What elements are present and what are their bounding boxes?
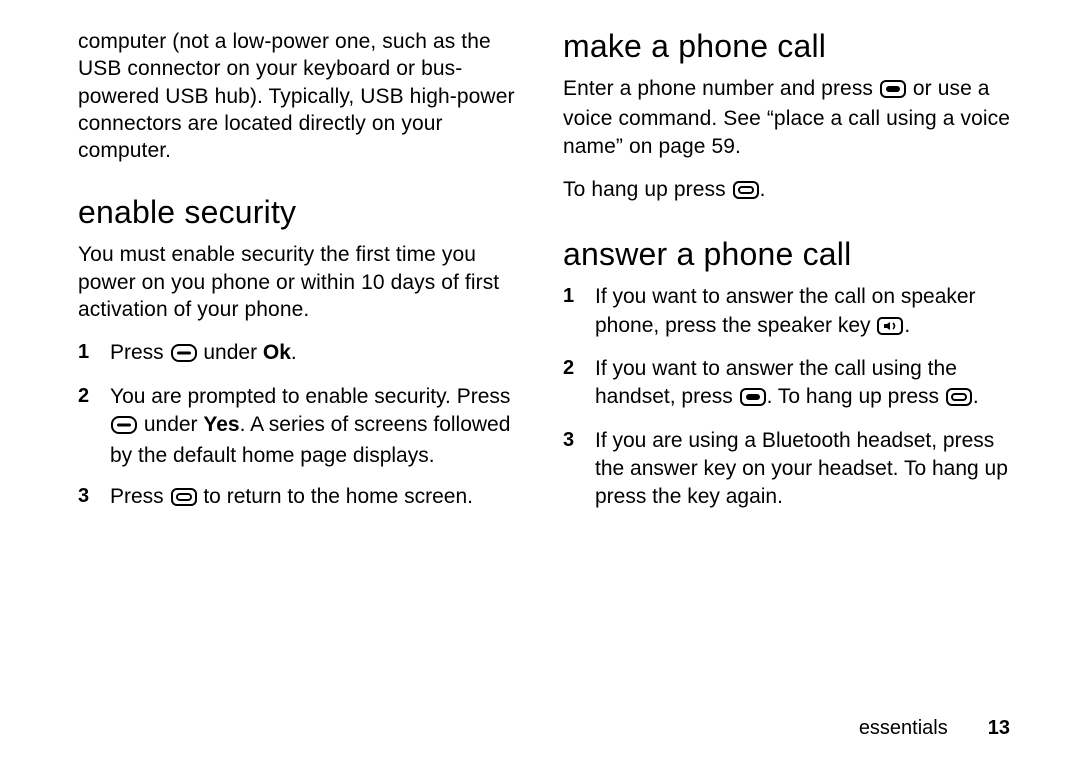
send-key-icon	[880, 78, 906, 105]
softkey-icon	[171, 342, 197, 370]
text: To hang up press	[563, 178, 732, 201]
label-ok: Ok	[263, 341, 291, 364]
page-number: 13	[988, 717, 1010, 740]
text: under	[198, 341, 263, 364]
manual-page: computer (not a low-power one, such as t…	[0, 0, 1080, 766]
text: Press	[110, 485, 170, 508]
text: to return to the home screen.	[198, 485, 473, 508]
send-key-icon	[740, 386, 766, 414]
left-column: computer (not a low-power one, such as t…	[78, 28, 525, 756]
step-1: Press under Ok.	[78, 339, 525, 370]
text: Enter a phone number and press	[563, 77, 879, 100]
make-call-para: Enter a phone number and press or use a …	[563, 75, 1010, 160]
heading-enable-security: enable security	[78, 194, 525, 231]
step-2: If you want to answer the call using the…	[563, 355, 1010, 415]
text: .	[291, 341, 297, 364]
text: . To hang up press	[767, 385, 945, 408]
step-3: Press to return to the home screen.	[78, 483, 525, 514]
text: .	[973, 385, 979, 408]
end-key-icon	[171, 486, 197, 514]
step-2: You are prompted to enable security. Pre…	[78, 383, 525, 471]
heading-answer-call: answer a phone call	[563, 236, 1010, 273]
text: under	[138, 413, 203, 436]
page-footer: essentials 13	[859, 717, 1010, 740]
footer-section: essentials	[859, 717, 948, 740]
text: .	[904, 314, 910, 337]
end-key-icon	[946, 386, 972, 414]
text: If you want to answer the call on speake…	[595, 285, 976, 336]
step-3: If you are using a Bluetooth headset, pr…	[563, 427, 1010, 512]
enable-security-steps: Press under Ok. You are prompted to enab…	[78, 339, 525, 526]
right-column: make a phone call Enter a phone number a…	[563, 28, 1010, 756]
text: If you are using a Bluetooth headset, pr…	[595, 429, 1008, 509]
enable-security-intro: You must enable security the first time …	[78, 241, 525, 323]
step-1: If you want to answer the call on speake…	[563, 283, 1010, 343]
answer-call-steps: If you want to answer the call on speake…	[563, 283, 1010, 523]
text: Press	[110, 341, 170, 364]
label-yes: Yes	[203, 413, 239, 436]
hang-up-para: To hang up press .	[563, 176, 1010, 206]
usb-note: computer (not a low-power one, such as t…	[78, 28, 525, 164]
heading-make-call: make a phone call	[563, 28, 1010, 65]
text: .	[760, 178, 766, 201]
softkey-icon	[111, 414, 137, 442]
text: You are prompted to enable security. Pre…	[110, 385, 510, 408]
end-key-icon	[733, 179, 759, 206]
speaker-key-icon	[877, 315, 903, 343]
